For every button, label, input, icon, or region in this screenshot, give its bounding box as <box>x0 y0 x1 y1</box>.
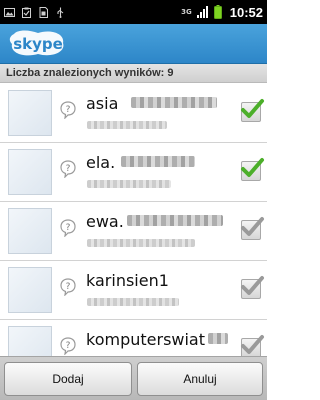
redacted-details <box>87 180 171 188</box>
cancel-button[interactable]: Anuluj <box>137 362 263 396</box>
check-icon <box>241 217 264 236</box>
image-icon <box>4 7 15 17</box>
redacted-name <box>127 215 223 226</box>
svg-text:?: ? <box>66 341 71 351</box>
redacted-details <box>87 121 167 129</box>
avatar <box>8 149 52 195</box>
redacted-name <box>121 156 195 167</box>
check-icon <box>241 158 264 177</box>
notification-icons <box>4 6 66 18</box>
check-icon <box>241 335 264 354</box>
list-item[interactable]: ? komputerswiat <box>0 320 267 356</box>
redacted-details <box>87 298 179 306</box>
app-header: skype <box>0 24 267 64</box>
add-button[interactable]: Dodaj <box>4 362 132 396</box>
svg-text:?: ? <box>66 223 71 233</box>
unknown-status-icon: ? <box>60 219 76 237</box>
system-status: 3G 10:52 <box>181 5 263 20</box>
avatar <box>8 208 52 254</box>
redacted-details <box>87 239 195 247</box>
sim-card-icon <box>39 6 48 18</box>
signal-icon <box>196 6 208 18</box>
contact-name: komputerswiat <box>86 330 206 349</box>
contact-name: asia <box>86 94 119 113</box>
battery-icon <box>213 5 222 19</box>
list-item[interactable]: ? asia <box>0 84 267 143</box>
check-icon <box>241 99 264 118</box>
contact-name: ela. <box>86 153 116 172</box>
contact-name: karinsien1 <box>86 271 169 290</box>
avatar <box>8 267 52 313</box>
results-list[interactable]: ? asia ? ela. ? ewa. ? karinsien1 ? komp… <box>0 84 267 356</box>
svg-text:skype: skype <box>13 35 63 53</box>
clipboard-check-icon <box>22 7 31 18</box>
avatar <box>8 326 52 356</box>
unknown-status-icon: ? <box>60 101 76 119</box>
unknown-status-icon: ? <box>60 278 76 296</box>
list-item[interactable]: ? ela. <box>0 143 267 202</box>
svg-text:?: ? <box>66 282 71 292</box>
status-bar: 3G 10:52 <box>0 0 267 24</box>
contact-name: ewa. <box>86 212 124 231</box>
list-item[interactable]: ? karinsien1 <box>0 261 267 320</box>
usb-icon <box>57 7 64 18</box>
svg-text:?: ? <box>66 164 71 174</box>
network-type: 3G <box>181 8 192 16</box>
skype-logo: skype <box>9 30 64 56</box>
unknown-status-icon: ? <box>60 337 76 355</box>
svg-text:?: ? <box>66 105 71 115</box>
redacted-name <box>208 333 228 344</box>
action-bar: Dodaj Anuluj <box>0 356 267 400</box>
avatar <box>8 90 52 136</box>
check-icon <box>241 276 264 295</box>
list-item[interactable]: ? ewa. <box>0 202 267 261</box>
unknown-status-icon: ? <box>60 160 76 178</box>
results-count: Liczba znalezionych wyników: 9 <box>0 64 267 83</box>
clock: 10:52 <box>229 4 263 20</box>
redacted-name <box>131 97 217 108</box>
